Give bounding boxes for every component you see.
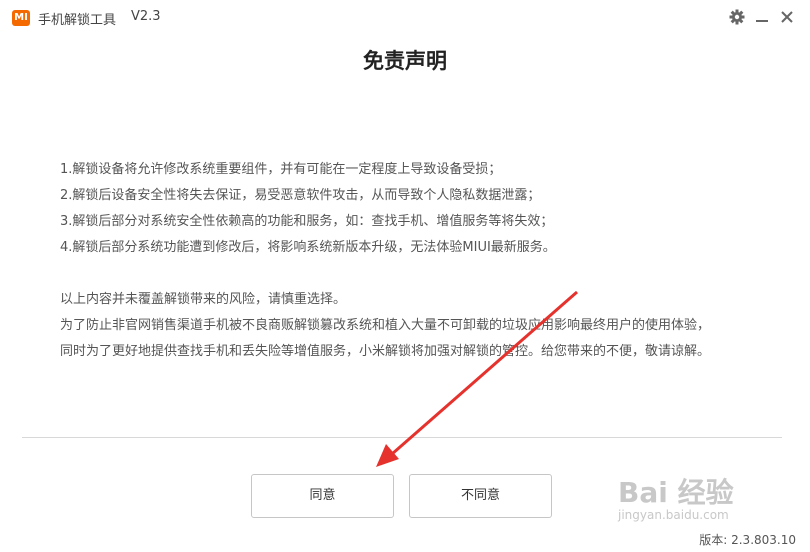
disclaimer-note: 同时为了更好地提供查找手机和丢失险等增值服务，小米解锁将加强对解锁的管控。给您带… — [60, 344, 711, 359]
disclaimer-content: 1.解锁设备将允许修改系统重要组件，并有可能在一定程度上导致设备受损； 2.解锁… — [60, 157, 780, 365]
agree-button[interactable]: 同意 — [251, 474, 394, 518]
title-bar: MI 手机解锁工具 V2.3 — [0, 0, 810, 36]
disclaimer-note: 为了防止非官网销售渠道手机被不良商贩解锁篡改系统和植入大量不可卸载的垃圾应用影响… — [60, 318, 711, 333]
disclaimer-line: 1.解锁设备将允许修改系统重要组件，并有可能在一定程度上导致设备受损； — [60, 162, 502, 177]
disclaimer-line: 3.解锁后部分对系统安全性依赖高的功能和服务，如：查找手机、增值服务等将失效； — [60, 214, 554, 229]
watermark-url: jingyan.baidu.com — [618, 508, 729, 522]
disclaimer-line: 4.解锁后部分系统功能遭到修改后，将影响系统新版本升级，无法体验MIUI最新服务… — [60, 240, 556, 255]
disclaimer-note: 以上内容并未覆盖解锁带来的风险，请慎重选择。 — [60, 292, 347, 307]
disagree-button[interactable]: 不同意 — [409, 474, 552, 518]
page-title: 免责声明 — [363, 49, 447, 73]
close-icon[interactable] — [778, 8, 796, 26]
minimize-icon[interactable] — [753, 8, 771, 26]
divider — [22, 437, 782, 438]
watermark-logo: Bai 经验 — [618, 476, 734, 509]
mi-logo: MI — [12, 10, 30, 26]
disclaimer-line: 2.解锁后设备安全性将失去保证，易受恶意软件攻击，从而导致个人隐私数据泄露； — [60, 188, 541, 203]
version-label: 版本: 2.3.803.10 — [699, 533, 796, 547]
app-title: 手机解锁工具 — [38, 13, 117, 28]
baidu-watermark: Bai 经验 jingyan.baidu.com — [618, 476, 734, 523]
gear-icon[interactable] — [728, 8, 746, 26]
app-version: V2.3 — [131, 9, 161, 24]
